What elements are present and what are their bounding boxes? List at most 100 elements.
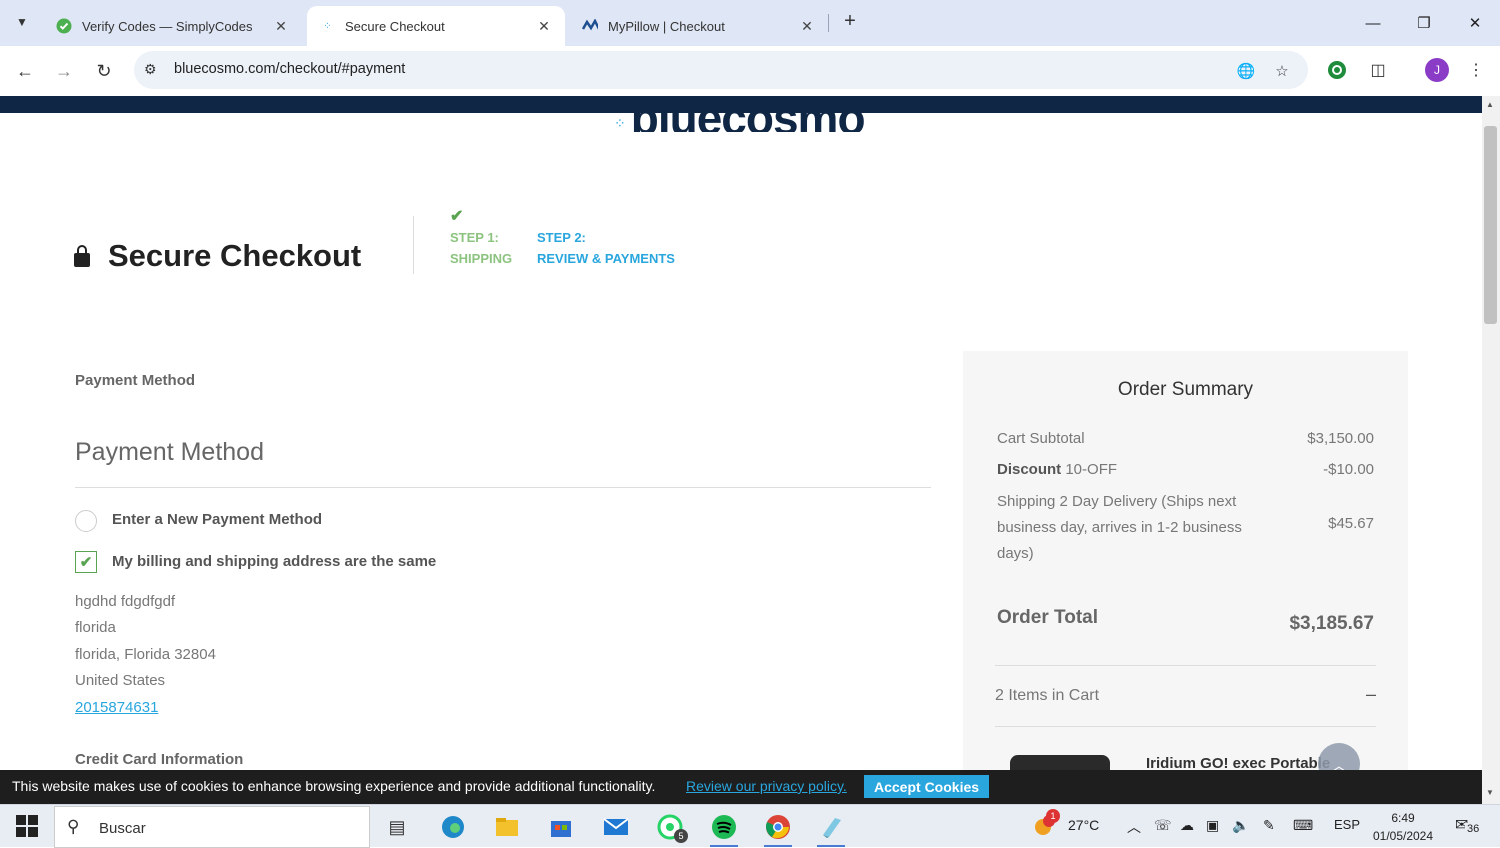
notifications-count: 36 <box>1465 823 1482 835</box>
translate-icon[interactable]: 🌐 <box>1235 60 1257 82</box>
clock-date: 01/05/2024 <box>1372 829 1434 843</box>
scrollbar-thumb[interactable] <box>1484 126 1497 324</box>
notepad-icon[interactable] <box>815 811 847 847</box>
tab-secure-checkout[interactable]: ⁘ Secure Checkout ✕ <box>307 6 565 46</box>
collapse-items-toggle[interactable]: – <box>1366 684 1376 705</box>
input-language[interactable]: ESP <box>1334 817 1360 832</box>
show-hidden-icons-icon[interactable]: ︿ <box>1127 817 1141 837</box>
same-address-label[interactable]: My billing and shipping address are the … <box>112 553 436 570</box>
bookmark-star-icon[interactable]: ☆ <box>1271 60 1293 82</box>
file-explorer-icon[interactable] <box>491 811 523 843</box>
payment-section-label: Payment Method <box>75 372 196 389</box>
subtotal-value: $3,150.00 <box>1307 430 1374 447</box>
close-tab-icon[interactable]: ✕ <box>535 18 553 35</box>
back-button[interactable]: ← <box>11 57 39 85</box>
same-address-checkbox[interactable]: ✔ <box>75 551 97 573</box>
shipping-value: $45.67 <box>1328 515 1374 532</box>
page-scrollbar[interactable]: ▲ ▼ <box>1482 96 1500 804</box>
address-bar[interactable]: ⚙ bluecosmo.com/checkout/#payment 🌐 ☆ <box>134 51 1308 89</box>
windows-taskbar: ⚲ Buscar ▤ 5 1 27°C ︿ ☏ ☁ ▣ 🔈 ✎ ⌨ ESP 6:… <box>0 804 1500 848</box>
profile-avatar[interactable]: J <box>1425 58 1449 82</box>
task-view-icon[interactable]: ▤ <box>381 811 413 843</box>
extensions-puzzle-icon[interactable]: ◫ <box>1366 58 1390 82</box>
system-clock[interactable]: 6:49 01/05/2024 <box>1368 809 1438 845</box>
summary-divider <box>995 665 1376 666</box>
discount-value: -$10.00 <box>1323 461 1374 478</box>
close-window-button[interactable]: ✕ <box>1460 8 1490 38</box>
step-label: STEP 1: <box>450 230 499 245</box>
accept-cookies-button[interactable]: Accept Cookies <box>864 775 990 798</box>
extension-green-icon[interactable] <box>1325 58 1349 82</box>
scroll-up-arrow-icon[interactable]: ▲ <box>1486 100 1494 109</box>
close-tab-icon[interactable]: ✕ <box>272 18 290 35</box>
order-total-value: $3,185.67 <box>1289 613 1374 634</box>
spotify-icon[interactable] <box>708 811 740 847</box>
title-divider <box>413 216 414 274</box>
microsoft-store-icon[interactable] <box>545 811 577 843</box>
tab-search-button[interactable]: ▼ <box>9 9 35 35</box>
tab-simplycodes[interactable]: Verify Codes — SimplyCodes ✕ <box>44 6 302 46</box>
restore-button[interactable]: ❐ <box>1409 8 1439 38</box>
edge-icon[interactable] <box>437 811 469 843</box>
logo-dots-icon: ⁘ <box>614 115 626 131</box>
minimize-button[interactable]: — <box>1358 8 1388 38</box>
address-phone-link[interactable]: 2015874631 <box>75 699 158 716</box>
weather-badge: 1 <box>1046 809 1060 823</box>
step-shipping[interactable]: STEP 1: SHIPPING <box>450 227 512 269</box>
new-payment-method-radio[interactable] <box>75 510 97 532</box>
taskbar-search-box[interactable]: ⚲ Buscar <box>54 806 370 848</box>
order-total-label: Order Total <box>997 607 1098 628</box>
forward-button[interactable]: → <box>50 57 78 85</box>
scroll-down-arrow-icon[interactable]: ▼ <box>1486 788 1494 797</box>
cookie-message: This website makes use of cookies to enh… <box>12 778 656 794</box>
simplycodes-icon <box>56 18 72 34</box>
privacy-policy-link[interactable]: Review our privacy policy. <box>686 778 847 794</box>
new-tab-button[interactable]: + <box>838 10 862 34</box>
bluecosmo-logo[interactable]: ⁘ bluecosmo <box>614 96 865 132</box>
close-tab-icon[interactable]: ✕ <box>798 18 816 35</box>
onedrive-cloud-icon[interactable]: ☁ <box>1180 817 1194 834</box>
weather-temperature[interactable]: 27°C <box>1068 817 1099 833</box>
keyboard-icon[interactable]: ⌨ <box>1293 817 1313 834</box>
search-placeholder: Buscar <box>99 820 146 837</box>
browser-tab-strip: ▼ Verify Codes — SimplyCodes ✕ ⁘ Secure … <box>0 0 1500 46</box>
cookie-banner: This website makes use of cookies to enh… <box>0 770 1482 804</box>
summary-divider <box>995 726 1376 727</box>
meet-now-icon[interactable]: ☏ <box>1154 817 1172 834</box>
reload-button[interactable]: ↻ <box>90 57 118 85</box>
tab-title: MyPillow | Checkout <box>608 18 725 34</box>
bluecosmo-dots-icon: ⁘ <box>323 20 331 32</box>
notifications-icon[interactable]: ✉ 36 <box>1455 815 1482 835</box>
pen-icon[interactable]: ✎ <box>1263 817 1275 834</box>
site-info-icon[interactable]: ⚙ <box>144 61 157 78</box>
tab-separator <box>828 14 829 32</box>
shipping-label: Shipping 2 Day Delivery (Ships next busi… <box>997 493 1242 562</box>
step-review-payments[interactable]: STEP 2: REVIEW & PAYMENTS <box>537 227 675 269</box>
logo-wordmark: bluecosmo <box>630 96 865 132</box>
order-summary-title: Order Summary <box>1117 379 1254 400</box>
step-name: SHIPPING <box>450 251 513 266</box>
windows-start-icon[interactable] <box>16 815 38 837</box>
url-text[interactable]: bluecosmo.com/checkout/#payment <box>174 61 405 77</box>
address-street: florida <box>75 619 116 636</box>
mail-icon[interactable] <box>600 811 632 843</box>
order-summary: Order Summary Cart Subtotal $3,150.00 Di… <box>963 351 1408 804</box>
search-icon: ⚲ <box>67 817 80 836</box>
address-name: hgdhd fdgdfgdf <box>75 593 176 610</box>
whatsapp-icon[interactable]: 5 <box>654 811 688 843</box>
chrome-icon[interactable] <box>762 811 794 847</box>
tab-mypillow[interactable]: MyPillow | Checkout ✕ <box>570 6 828 46</box>
payment-divider <box>75 487 931 488</box>
step-label: STEP 2: <box>537 230 586 245</box>
network-icon[interactable]: ▣ <box>1206 817 1219 834</box>
tab-title: Secure Checkout <box>345 18 445 34</box>
volume-icon[interactable]: 🔈 <box>1232 817 1249 834</box>
new-payment-method-label[interactable]: Enter a New Payment Method <box>112 511 322 528</box>
step-complete-check-icon: ✔ <box>450 208 464 225</box>
browser-menu-icon[interactable]: ⋮ <box>1464 58 1488 82</box>
mypillow-icon <box>582 18 598 34</box>
items-in-cart-label[interactable]: 2 Items in Cart <box>995 687 1099 705</box>
clock-time: 6:49 <box>1391 811 1415 825</box>
checkmark-icon: ✔ <box>79 554 93 571</box>
discount-code: 10-OFF <box>1065 461 1118 478</box>
